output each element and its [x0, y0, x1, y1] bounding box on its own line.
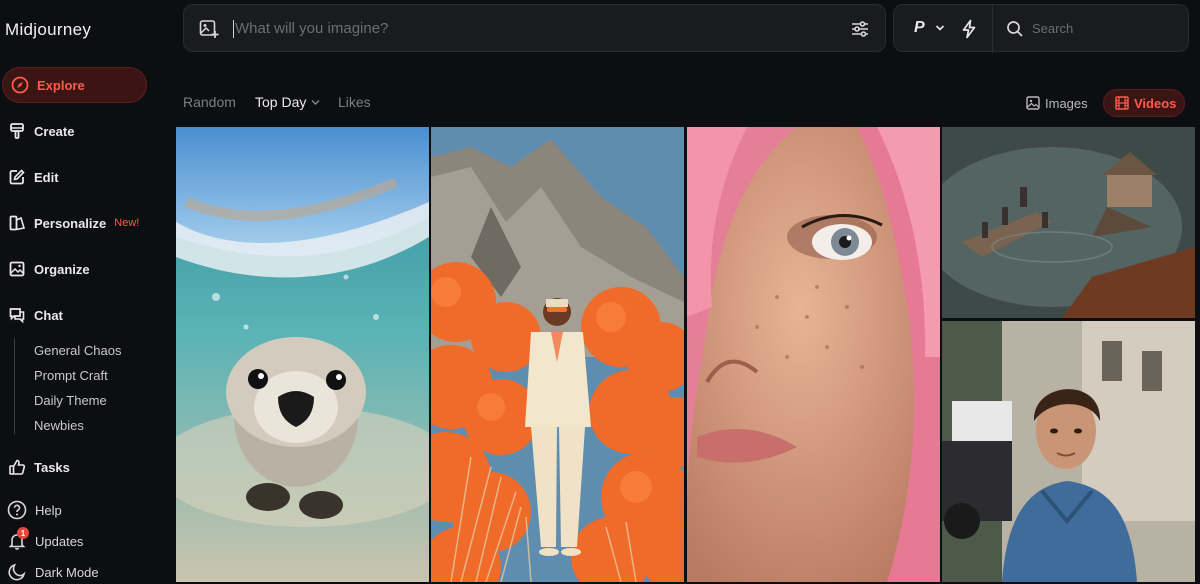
- sidebar-item-label: Explore: [37, 77, 85, 93]
- help-icon: [6, 499, 28, 521]
- filter-top-day[interactable]: Top Day: [255, 94, 320, 110]
- edit-icon: [7, 167, 27, 187]
- filter-likes[interactable]: Likes: [338, 94, 371, 110]
- sidebar-item-create[interactable]: Create: [0, 113, 150, 149]
- otter-image: [176, 127, 429, 582]
- sidebar-item-explore[interactable]: Explore: [2, 67, 147, 103]
- sidebar: Midjourney Explore Create Edit Personali…: [0, 0, 170, 584]
- chevron-down-icon: [311, 99, 320, 106]
- filter-random[interactable]: Random: [183, 94, 236, 110]
- lightning-bolt-icon[interactable]: [960, 19, 978, 44]
- moon-icon: [6, 561, 28, 583]
- chat-room-general-chaos[interactable]: General Chaos: [34, 343, 121, 358]
- gallery-tile-pink-hair[interactable]: [687, 127, 940, 582]
- personalization-mode-select[interactable]: P: [914, 19, 945, 37]
- sidebar-item-tasks[interactable]: Tasks: [0, 449, 150, 485]
- pink-hair-image: [687, 127, 940, 582]
- updates-count-badge: 1: [17, 527, 29, 539]
- filter-top-day-label: Top Day: [255, 94, 307, 110]
- image-icon: [1026, 96, 1040, 110]
- view-images-label: Images: [1045, 95, 1088, 111]
- sidebar-item-personalize[interactable]: Personalize New!: [0, 205, 150, 241]
- chat-icon: [7, 305, 27, 325]
- search-input[interactable]: Search: [1032, 21, 1073, 36]
- chat-room-daily-theme[interactable]: Daily Theme: [34, 393, 107, 408]
- sidebar-item-label: Create: [34, 123, 75, 139]
- gallery-tile-white-suit[interactable]: [431, 127, 684, 582]
- prompt-bar: What will you imagine?: [183, 4, 886, 52]
- divider: [992, 5, 993, 53]
- sidebar-item-organize[interactable]: Organize: [0, 251, 150, 287]
- white-suit-image: [431, 127, 684, 582]
- updates-label: Updates: [35, 533, 84, 549]
- sidebar-item-help[interactable]: Help: [6, 499, 62, 521]
- settings-sliders-icon[interactable]: [850, 19, 870, 44]
- sidebar-item-label: Organize: [34, 261, 90, 277]
- new-badge: New!: [114, 217, 140, 229]
- mode-search-bar: P Search: [893, 4, 1189, 53]
- dark-mode-label: Dark Mode: [35, 564, 99, 580]
- gallery-tile-otter[interactable]: [176, 127, 429, 582]
- film-icon: [1115, 96, 1129, 110]
- diorama-image: [942, 127, 1195, 318]
- help-label: Help: [35, 502, 62, 518]
- chat-room-newbies[interactable]: Newbies: [34, 418, 84, 433]
- view-videos-button[interactable]: Videos: [1103, 89, 1185, 117]
- text-caret: [233, 20, 234, 38]
- sidebar-item-edit[interactable]: Edit: [0, 159, 150, 195]
- brush-icon: [7, 121, 27, 141]
- chat-rooms-divider: [14, 338, 15, 434]
- sidebar-item-label: Personalize: [34, 215, 107, 231]
- gallery-tile-denim[interactable]: [942, 321, 1195, 582]
- compass-icon: [10, 75, 30, 95]
- chevron-down-icon: [935, 19, 945, 37]
- mode-label: P: [914, 19, 925, 36]
- sidebar-item-dark-mode[interactable]: Dark Mode: [6, 561, 99, 583]
- personalize-icon: [7, 213, 27, 233]
- add-image-icon[interactable]: [199, 19, 219, 44]
- bell-icon: 1: [6, 527, 29, 552]
- prompt-input[interactable]: What will you imagine?: [235, 20, 388, 37]
- brand-logo[interactable]: Midjourney: [5, 20, 91, 40]
- view-videos-label: Videos: [1134, 95, 1177, 111]
- sidebar-item-label: Edit: [34, 169, 59, 185]
- sidebar-item-label: Chat: [34, 307, 63, 323]
- search-icon: [1006, 20, 1024, 43]
- sidebar-item-updates[interactable]: 1 Updates: [6, 527, 84, 552]
- sidebar-item-chat[interactable]: Chat: [0, 297, 150, 333]
- denim-jacket-image: [942, 321, 1195, 582]
- gallery-tile-diorama[interactable]: [942, 127, 1195, 318]
- sidebar-item-label: Tasks: [34, 459, 70, 475]
- view-images-button[interactable]: Images: [1026, 89, 1088, 117]
- chat-room-prompt-craft[interactable]: Prompt Craft: [34, 368, 108, 383]
- thumbs-up-icon: [7, 457, 27, 477]
- image-icon: [7, 259, 27, 279]
